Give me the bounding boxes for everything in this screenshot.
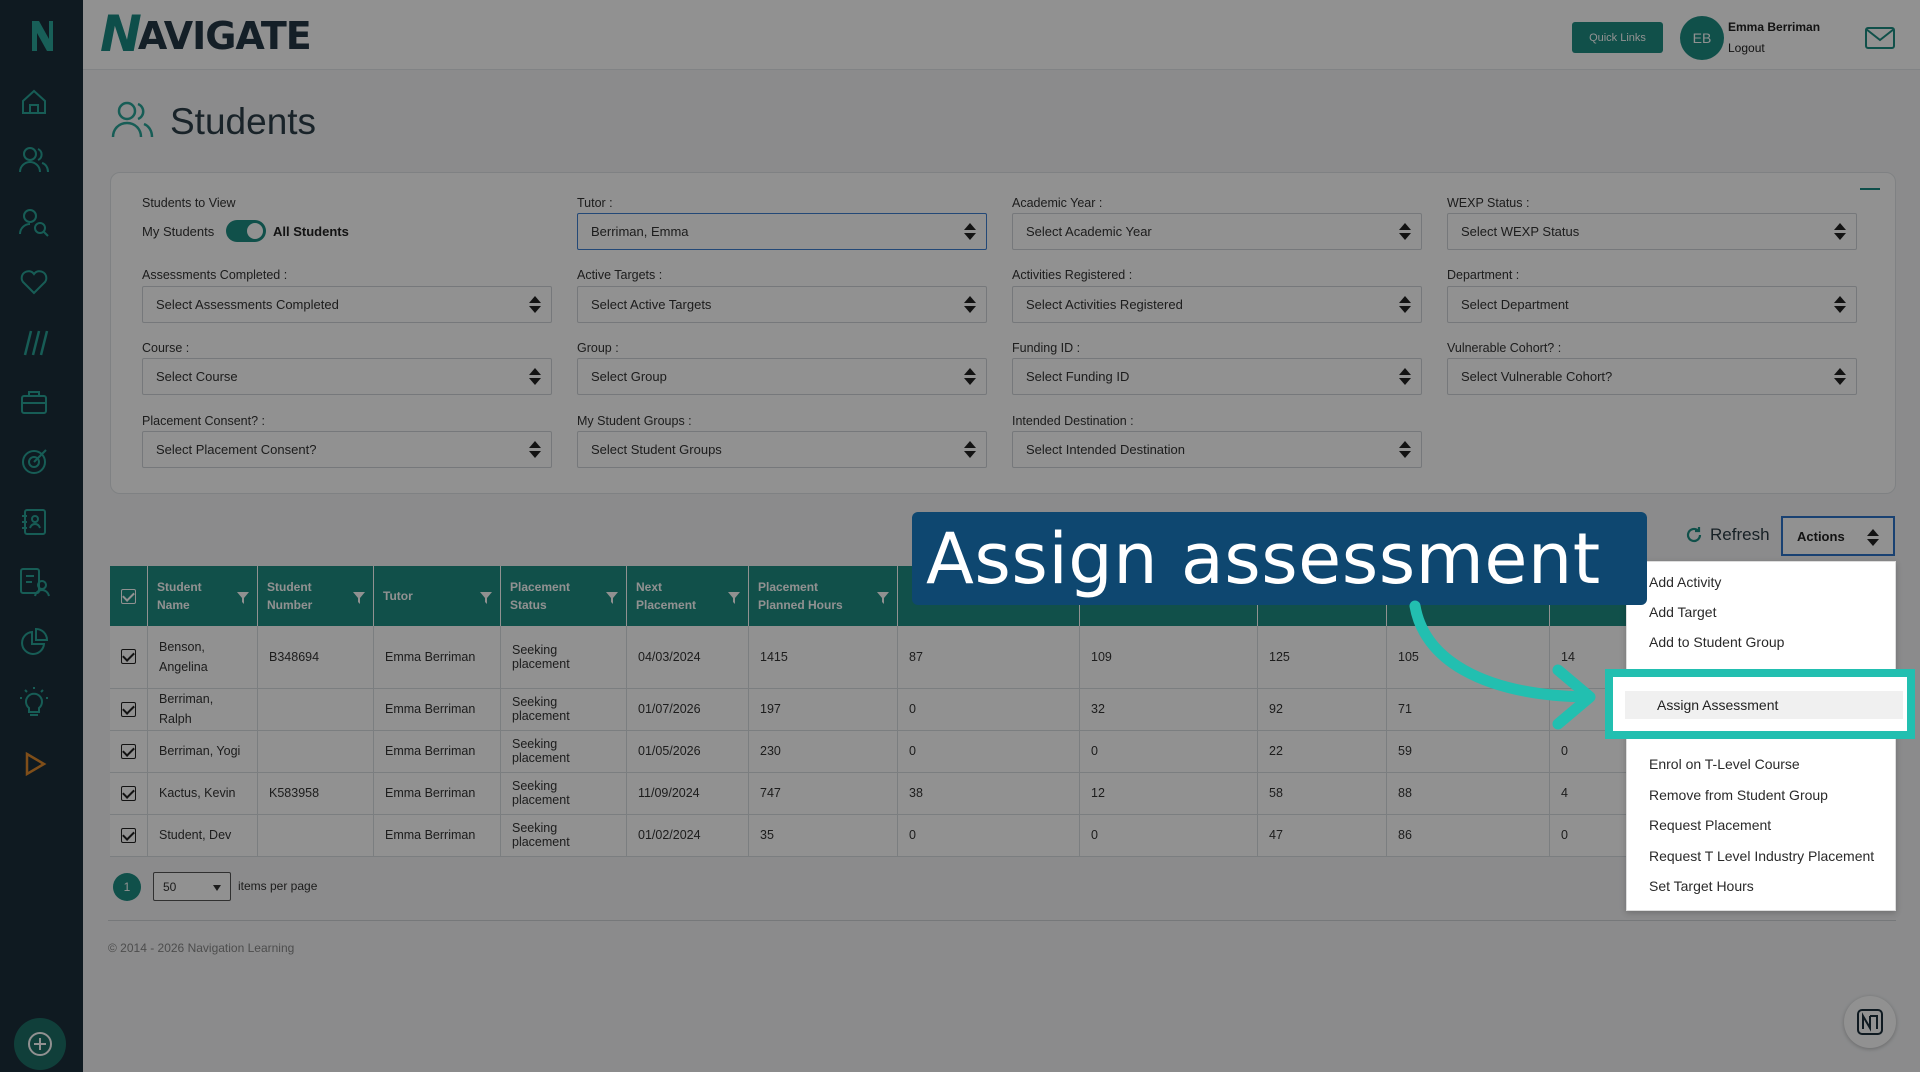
menu-assign-assessment-highlight[interactable]: Assign Assessment [1605,669,1915,739]
menu-set-target-hours[interactable]: Set Target Hours [1649,878,1754,894]
menu-assign-assessment[interactable]: Assign Assessment [1657,697,1778,713]
menu-add-target[interactable]: Add Target [1649,604,1716,620]
menu-add-to-student-group[interactable]: Add to Student Group [1649,634,1784,650]
menu-remove-from-group[interactable]: Remove from Student Group [1649,787,1828,803]
menu-request-t-level-placement[interactable]: Request T Level Industry Placement [1649,848,1874,864]
menu-add-activity[interactable]: Add Activity [1649,574,1721,590]
menu-enrol-t-level[interactable]: Enrol on T-Level Course [1649,756,1800,772]
callout-arrow-icon [1409,600,1596,730]
menu-request-placement[interactable]: Request Placement [1649,817,1771,833]
